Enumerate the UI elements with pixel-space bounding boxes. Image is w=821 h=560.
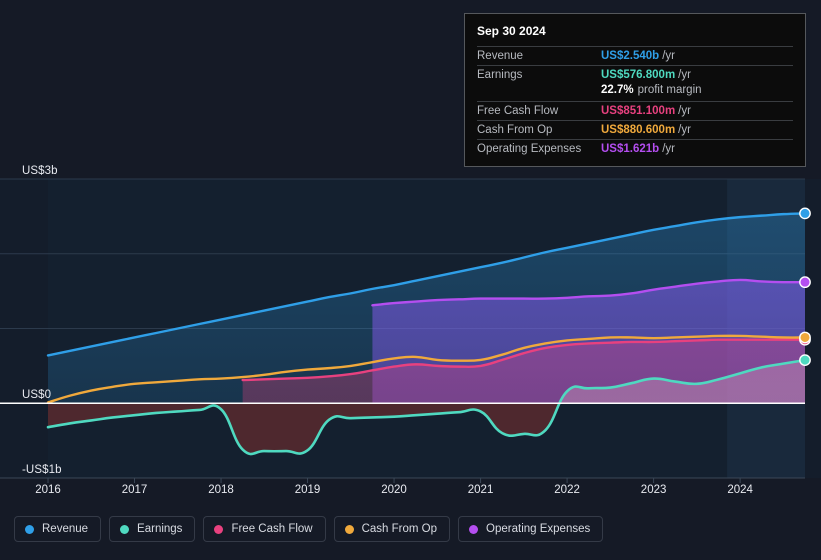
tooltip-row-value-wrap: US$2.540b/yr: [601, 50, 675, 62]
legend-item-earnings[interactable]: Earnings: [109, 516, 196, 542]
legend-color-dot-icon: [344, 524, 354, 534]
x-axis-tick-label: 2019: [294, 484, 321, 496]
legend-color-dot-icon: [25, 524, 34, 534]
tooltip-row: Free Cash Flow US$851.100m/yr: [477, 101, 793, 120]
tooltip-row-label: Earnings: [477, 69, 523, 81]
legend-item-free-cash-flow[interactable]: Free Cash Flow: [203, 516, 326, 542]
legend-color-dot-icon: [469, 524, 479, 534]
y-axis-tick-label: -US$1b: [22, 464, 62, 476]
tooltip-row-value-wrap: US$880.600m/yr: [601, 124, 691, 136]
cash-from-op-end-marker: [799, 331, 811, 344]
legend-color-dot-icon: [214, 524, 224, 534]
financial-chart-page: US$3b US$0 -US$1b 2016 2017 2018 2019 2020 2021…: [0, 0, 821, 560]
tooltip-row-label: Revenue: [477, 50, 524, 62]
y-axis-tick-label: US$3b: [22, 165, 58, 177]
tooltip-row-label: Free Cash Flow: [477, 105, 559, 117]
x-axis-tick-label: 2021: [467, 484, 494, 496]
legend-item-cash-from-op[interactable]: Cash From Op: [333, 516, 451, 542]
x-axis-tick-label: 2024: [727, 484, 753, 496]
tooltip-row-unit: /yr: [662, 50, 675, 62]
tooltip-row-label: Operating Expenses: [477, 143, 582, 155]
x-axis-tick-label: 2016: [35, 484, 61, 496]
tooltip-row: Operating Expenses US$1.621b/yr: [477, 139, 793, 158]
tooltip-row-value: US$1.621b: [601, 143, 660, 155]
tooltip-date: Sep 30 2024: [477, 24, 546, 38]
tooltip-row-unit: /yr: [678, 105, 691, 117]
tooltip-row-label: Cash From Op: [477, 124, 553, 136]
tooltip-row-value: 22.7%: [601, 84, 634, 96]
tooltip-row-value: US$880.600m: [601, 124, 676, 136]
x-axis-tick-label: 2022: [554, 484, 580, 496]
tooltip-row-value-wrap: US$1.621b/yr: [601, 143, 675, 155]
earnings-end-marker: [799, 354, 811, 367]
legend-item-label: Free Cash Flow: [231, 523, 313, 535]
chart-legend: Revenue Earnings Free Cash Flow Cash From O…: [14, 516, 604, 542]
tooltip-row: Earnings US$576.800m/yr: [477, 65, 793, 84]
x-axis-tick-label: 2018: [208, 484, 234, 496]
legend-item-label: Earnings: [137, 523, 183, 535]
legend-item-revenue[interactable]: Revenue: [14, 516, 102, 542]
tooltip-row: 22.7% profit margin: [477, 84, 793, 101]
tooltip-row-value: US$2.540b: [601, 50, 660, 62]
legend-item-label: Operating Expenses: [486, 523, 591, 535]
legend-item-operating-expenses[interactable]: Operating Expenses: [458, 516, 604, 542]
tooltip-row-value-wrap: 22.7% profit margin: [601, 84, 702, 96]
tooltip-row-unit: /yr: [678, 124, 691, 136]
x-axis-tick-label: 2017: [121, 484, 148, 496]
y-axis-tick-label: US$0: [22, 389, 52, 402]
tooltip-row-value: US$851.100m: [601, 105, 676, 117]
tooltip-row-unit: /yr: [662, 143, 675, 155]
x-axis-tick-label: 2020: [381, 484, 407, 496]
legend-color-dot-icon: [120, 524, 130, 534]
tooltip-row-subtext: profit margin: [637, 84, 702, 96]
legend-item-label: Revenue: [42, 523, 89, 535]
tooltip-row-unit: /yr: [678, 69, 691, 81]
tooltip-row-value-wrap: US$576.800m/yr: [601, 69, 691, 81]
opex-end-marker: [799, 276, 811, 289]
legend-item-label: Cash From Op: [361, 523, 438, 535]
tooltip-row: Revenue US$2.540b/yr: [477, 46, 793, 65]
tooltip-rows: Revenue US$2.540b/yr Earnings US$576.800m/y…: [477, 46, 793, 158]
tooltip-row-value: US$576.800m: [601, 69, 676, 81]
tooltip-row: Cash From Op US$880.600m/yr: [477, 120, 793, 139]
x-axis-tick-label: 2023: [640, 484, 667, 496]
revenue-end-marker: [799, 207, 811, 220]
chart-tooltip: Sep 30 2024 Revenue US$2.540b/yr Earnings U…: [464, 13, 806, 167]
tooltip-row-value-wrap: US$851.100m/yr: [601, 105, 691, 117]
